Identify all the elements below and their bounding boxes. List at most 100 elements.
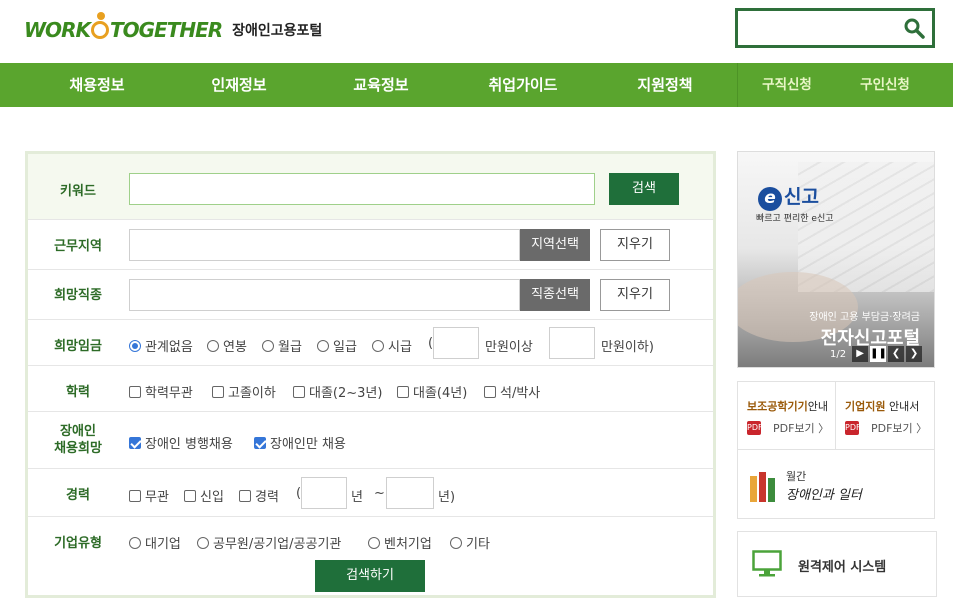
radio-icon[interactable] <box>372 339 384 352</box>
magazine-link[interactable]: 월간 장애인과 일터 <box>738 450 934 518</box>
career-option-label: 무관 <box>145 490 169 505</box>
hiring-option-label: 장애인만 채용 <box>270 437 346 452</box>
magazine-title: 장애인과 일터 <box>786 488 862 503</box>
guide-company-pdf-link[interactable]: PDF PDF보기 〉 <box>845 420 927 436</box>
career-max-input[interactable] <box>386 477 434 509</box>
guide-title-bold: 보조공학기기 <box>747 400 808 413</box>
wage-option-daily[interactable]: 일급 <box>317 336 357 355</box>
education-option[interactable]: 고졸이하 <box>212 382 276 401</box>
wage-option-any[interactable]: 관계없음 <box>129 336 193 355</box>
job-clear-button[interactable]: 지우기 <box>600 279 670 311</box>
checkbox-icon[interactable] <box>184 489 196 502</box>
guide-assistive[interactable]: 보조공학기기안내 PDF PDF보기 〉 <box>738 382 836 450</box>
company-option-label: 대기업 <box>145 537 181 552</box>
e-icon: e <box>758 187 782 211</box>
guide-box: 보조공학기기안내 PDF PDF보기 〉 기업지원 안내서 PDF PDF보기 〉 … <box>737 381 935 519</box>
guide-company[interactable]: 기업지원 안내서 PDF PDF보기 〉 <box>836 382 934 450</box>
nav-item-guide[interactable]: 취업가이드 <box>452 63 594 107</box>
e-report-tagline: 빠르고 편리한 e신고 <box>756 214 834 224</box>
education-option[interactable]: 대졸(4년) <box>397 382 467 401</box>
nav-item-education[interactable]: 교육정보 <box>310 63 452 107</box>
pdf-icon: PDF <box>747 421 763 435</box>
label-wage: 희망임금 <box>54 339 102 354</box>
keyword-input[interactable] <box>129 173 595 205</box>
site-logo[interactable]: WORK TOGETHER 장애인고용포털 <box>24 10 322 50</box>
wage-option-label: 일급 <box>333 340 357 355</box>
radio-icon[interactable] <box>197 536 209 549</box>
radio-icon[interactable] <box>262 339 274 352</box>
row-keyword: 키워드 검색 <box>28 154 713 220</box>
hiring-option-only[interactable]: 장애인만 채용 <box>254 433 346 452</box>
career-min-input[interactable] <box>301 477 347 509</box>
e-report-banner[interactable]: e 신고 빠르고 편리한 e신고 장애인 고용 부담금·장려금 전자신고포털 1/… <box>737 151 935 368</box>
checkbox-icon[interactable] <box>129 489 141 502</box>
education-option-label: 석/박사 <box>500 386 541 401</box>
top-search-input[interactable] <box>735 8 935 48</box>
radio-icon[interactable] <box>450 536 462 549</box>
wage-max-input[interactable] <box>549 327 595 359</box>
logo-wordmark: WORK TOGETHER <box>24 12 223 42</box>
region-input[interactable] <box>129 229 520 261</box>
row-disabled-hiring: 장애인 채용희망 장애인 병행채용 장애인만 채용 <box>28 412 713 469</box>
company-option[interactable]: 공무원/공기업/공공기관 <box>197 533 341 552</box>
nav-item-talent[interactable]: 인재정보 <box>168 63 310 107</box>
nav-item-job-apply[interactable]: 구직신청 <box>738 63 836 107</box>
hiring-option-combined[interactable]: 장애인 병행채용 <box>129 433 233 452</box>
checkbox-icon[interactable] <box>129 436 141 449</box>
radio-icon[interactable] <box>207 339 219 352</box>
radio-icon[interactable] <box>368 536 380 549</box>
pause-icon[interactable]: ❚❚ <box>870 346 887 362</box>
guide-assistive-title: 보조공학기기안내 <box>747 398 828 414</box>
checkbox-icon[interactable] <box>129 385 141 398</box>
wage-option-hourly[interactable]: 시급 <box>372 336 412 355</box>
wage-min-suffix: 만원이상 <box>485 340 533 355</box>
radio-icon[interactable] <box>129 339 141 352</box>
guide-assistive-pdf-link[interactable]: PDF PDF보기 〉 <box>747 420 829 436</box>
radio-icon[interactable] <box>317 339 329 352</box>
remote-control-link[interactable]: 원격제어 시스템 <box>737 531 937 597</box>
company-option[interactable]: 대기업 <box>129 533 181 552</box>
checkbox-icon[interactable] <box>212 385 224 398</box>
search-icon[interactable] <box>902 16 926 40</box>
career-option[interactable]: 무관 <box>129 486 169 505</box>
company-option[interactable]: 기타 <box>450 533 490 552</box>
career-option-label: 경력 <box>255 490 279 505</box>
checkbox-icon[interactable] <box>397 385 409 398</box>
wage-min-input[interactable] <box>433 327 479 359</box>
region-clear-button[interactable]: 지우기 <box>600 229 670 261</box>
region-select-button[interactable]: 지역선택 <box>520 229 590 261</box>
label-disabled-hiring: 장애인 채용희망 <box>28 423 128 457</box>
career-tilde: ~ <box>374 486 385 501</box>
label-company-type: 기업유형 <box>54 536 102 551</box>
job-input[interactable] <box>129 279 520 311</box>
nav-item-policy[interactable]: 지원정책 <box>594 63 736 107</box>
checkbox-icon[interactable] <box>293 385 305 398</box>
e-report-logo-text: 신고 <box>784 186 819 208</box>
next-icon[interactable]: ❯ <box>906 346 923 362</box>
company-option[interactable]: 벤처기업 <box>368 533 432 552</box>
nav-item-jobs[interactable]: 채용정보 <box>27 63 167 107</box>
checkbox-icon[interactable] <box>484 385 496 398</box>
wage-option-monthly[interactable]: 월급 <box>262 336 302 355</box>
career-option[interactable]: 경력 <box>239 486 279 505</box>
row-region: 근무지역 지역선택 지우기 <box>28 220 713 270</box>
wage-option-annual[interactable]: 연봉 <box>207 336 247 355</box>
education-option[interactable]: 석/박사 <box>484 382 540 401</box>
career-option[interactable]: 신입 <box>184 486 224 505</box>
play-icon[interactable]: ▶ <box>852 346 869 362</box>
education-option[interactable]: 대졸(2~3년) <box>293 382 382 401</box>
submit-search-button[interactable]: 검색하기 <box>315 560 425 592</box>
checkbox-icon[interactable] <box>254 436 266 449</box>
radio-icon[interactable] <box>129 536 141 549</box>
checkbox-icon[interactable] <box>239 489 251 502</box>
career-option-label: 신입 <box>200 490 224 505</box>
nav-item-hire-apply[interactable]: 구인신청 <box>836 63 934 107</box>
prev-icon[interactable]: ❮ <box>888 346 905 362</box>
label-line: 장애인 <box>60 424 96 439</box>
keyword-search-button[interactable]: 검색 <box>609 173 679 205</box>
job-select-button[interactable]: 직종선택 <box>520 279 590 311</box>
education-option[interactable]: 학력무관 <box>129 382 193 401</box>
magazine-label: 월간 <box>786 470 807 483</box>
row-company-type: 기업유형 대기업 공무원/공기업/공공기관 벤처기업 기타 검색하기 <box>28 517 713 598</box>
education-option-label: 고졸이하 <box>228 386 276 401</box>
